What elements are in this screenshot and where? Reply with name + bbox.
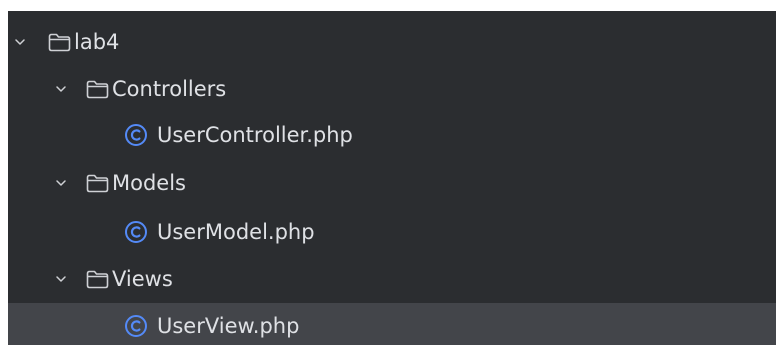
chevron-down-icon[interactable] [54,272,68,286]
folder-icon [86,270,109,289]
chevron-down-icon[interactable] [54,176,68,190]
tree-item-label: UserView.php [157,314,300,338]
tree-row-views[interactable]: Views [8,256,776,302]
tree-item-label: UserModel.php [157,220,315,244]
class-icon [124,314,148,338]
folder-icon [48,33,71,52]
tree-row-lab4[interactable]: lab4 [8,19,776,65]
folder-icon [86,80,109,99]
tree-item-label: UserController.php [157,123,353,147]
folder-icon [86,174,109,193]
class-icon [124,123,148,147]
tree-row-usermodel-php[interactable]: UserModel.php [8,209,776,255]
chevron-down-icon[interactable] [54,82,68,96]
tree-row-userview-php[interactable]: UserView.php [8,303,776,345]
tree-row-controllers[interactable]: Controllers [8,66,776,112]
chevron-down-icon[interactable] [13,35,27,49]
tree-item-label: Controllers [112,77,227,101]
tree-item-label: lab4 [74,30,120,54]
tree-row-models[interactable]: Models [8,160,776,206]
class-icon [124,220,148,244]
tree-item-label: Models [112,171,186,195]
project-tree: lab4 Controllers UserController.php Mode… [8,11,776,345]
tree-item-label: Views [112,267,173,291]
tree-row-usercontroller-php[interactable]: UserController.php [8,112,776,158]
